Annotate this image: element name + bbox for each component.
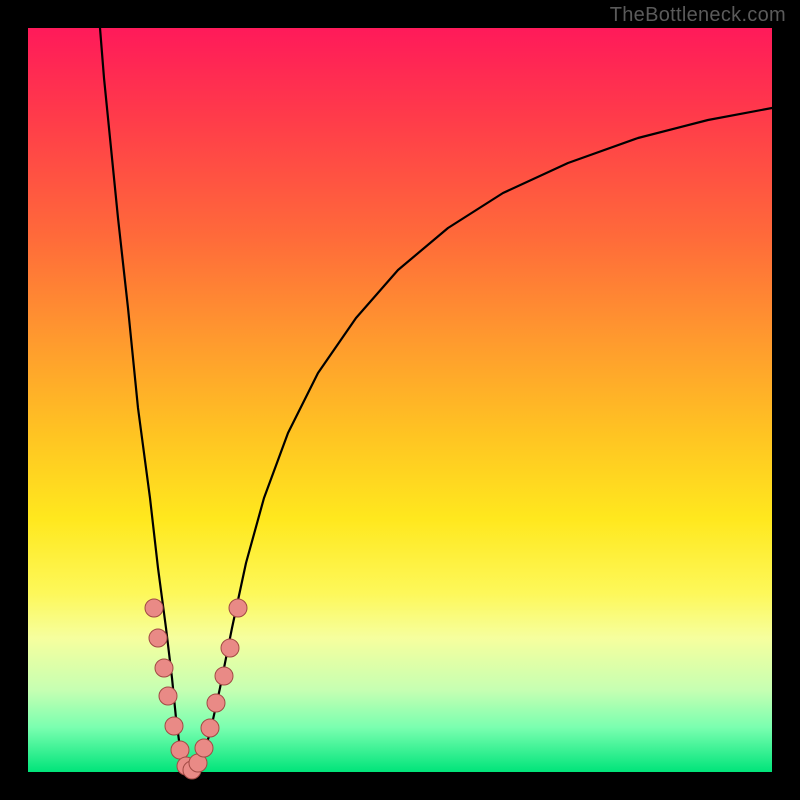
data-marker: [207, 694, 225, 712]
data-marker: [201, 719, 219, 737]
bottleneck-curve: [100, 28, 772, 770]
data-marker: [155, 659, 173, 677]
data-marker: [145, 599, 163, 617]
data-marker: [159, 687, 177, 705]
data-marker: [149, 629, 167, 647]
data-marker: [195, 739, 213, 757]
curve-layer: [28, 28, 772, 772]
data-marker: [229, 599, 247, 617]
chart-frame: TheBottleneck.com: [0, 0, 800, 800]
data-marker: [215, 667, 233, 685]
plot-area: [28, 28, 772, 772]
data-marker: [165, 717, 183, 735]
data-marker: [171, 741, 189, 759]
watermark-text: TheBottleneck.com: [610, 4, 786, 27]
data-marker: [221, 639, 239, 657]
